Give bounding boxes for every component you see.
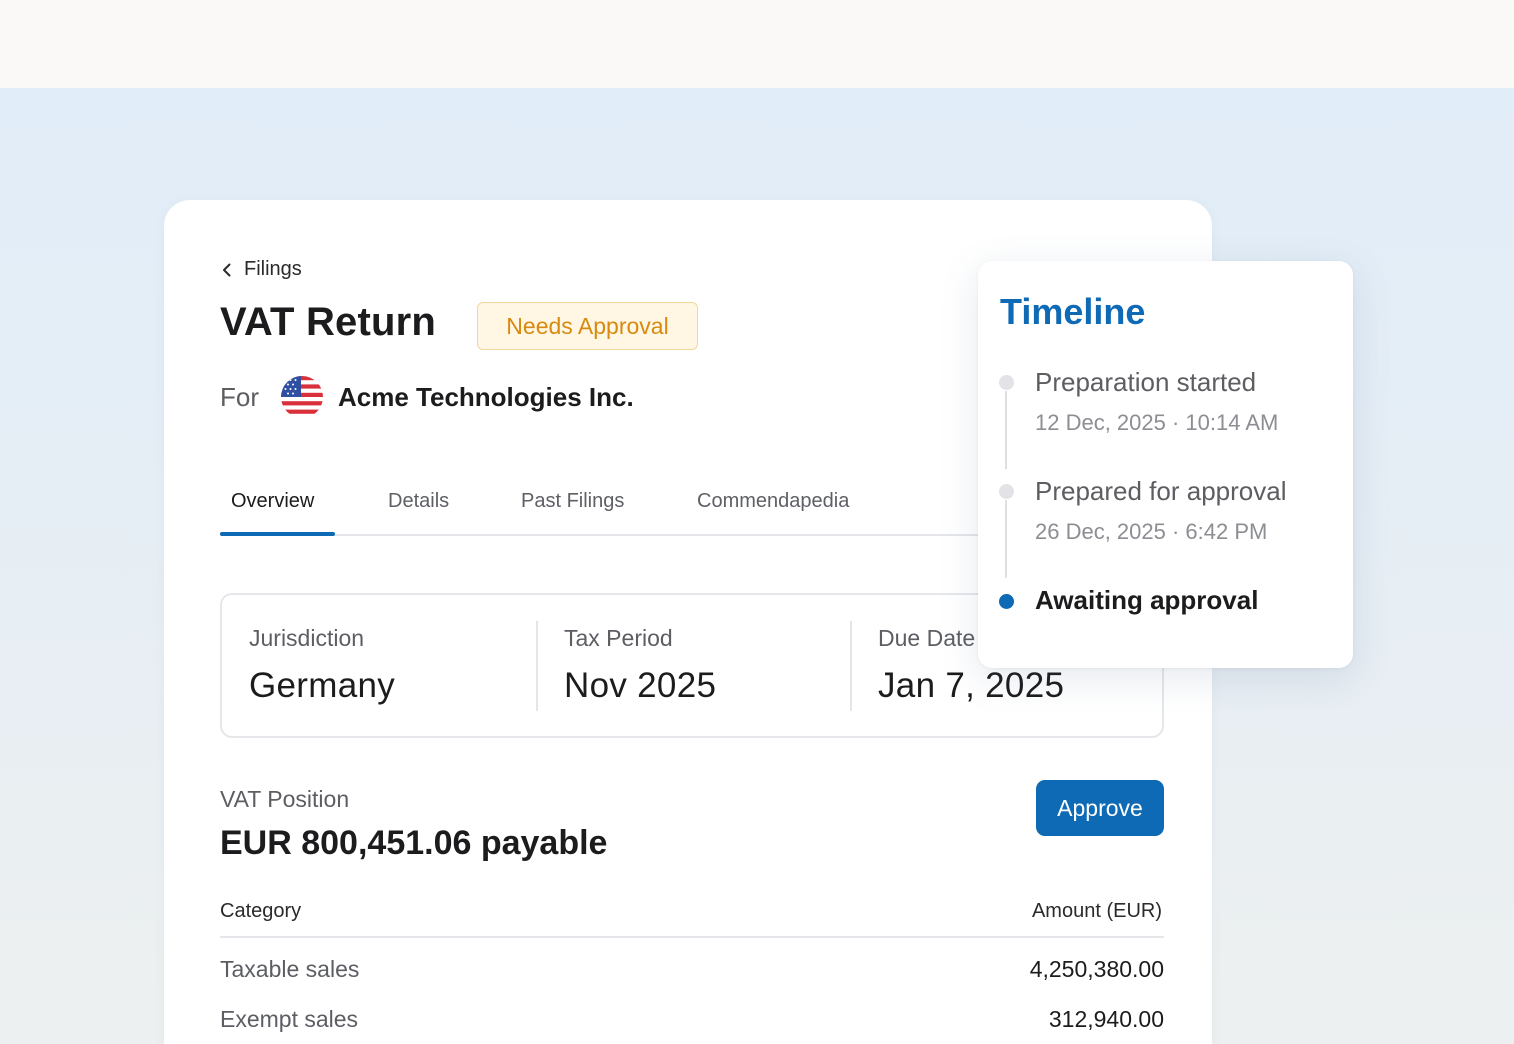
- timeline-event-time: 12 Dec, 2025 · 10:14 AM: [1035, 410, 1279, 435]
- entity-row: For Acme Technologies Inc.: [220, 376, 634, 418]
- fact-value: Jan 7, 2025: [878, 666, 1065, 705]
- tab-commendapedia[interactable]: Commendapedia: [697, 490, 849, 513]
- table-header: Category Amount (EUR): [220, 900, 1164, 938]
- vat-position-label: VAT Position: [220, 786, 350, 812]
- timeline-event-label: Awaiting approval: [1035, 585, 1259, 615]
- tab-overview[interactable]: Overview: [231, 490, 314, 513]
- divider: [850, 621, 852, 711]
- back-to-filings-link[interactable]: Filings: [220, 258, 302, 281]
- timeline-popover: Timeline Preparation started 12 Dec, 202…: [978, 261, 1353, 668]
- status-badge: Needs Approval: [477, 302, 698, 350]
- divider: [536, 621, 538, 711]
- column-header-amount: Amount (EUR): [1031, 900, 1162, 922]
- timeline-connector: [1005, 500, 1007, 578]
- active-tab-indicator: [220, 532, 335, 536]
- timeline-event-label: Prepared for approval: [1035, 476, 1287, 506]
- timeline-dot-current: [999, 594, 1014, 609]
- approve-button[interactable]: Approve: [1036, 780, 1164, 836]
- row-category: Taxable sales: [220, 956, 360, 982]
- timeline-event-time: 26 Dec, 2025 · 6:42 PM: [1035, 519, 1268, 544]
- back-label: Filings: [244, 258, 302, 280]
- company-name: Acme Technologies Inc.: [338, 381, 634, 412]
- row-amount: 4,250,380.00: [1029, 956, 1164, 982]
- timeline-event-label: Preparation started: [1035, 367, 1257, 397]
- fact-jurisdiction: Jurisdiction Germany: [249, 625, 395, 706]
- for-label: For: [220, 381, 259, 412]
- tab-details[interactable]: Details: [388, 490, 449, 513]
- chevron-left-icon: [223, 263, 231, 276]
- timeline-dot-done: [999, 375, 1014, 390]
- table-row: Taxable sales 4,250,380.00: [220, 956, 1164, 983]
- us-flag-icon: [281, 376, 323, 418]
- vat-position-amount: EUR 800,451.06 payable: [220, 824, 608, 862]
- timeline-title: Timeline: [1000, 291, 1146, 332]
- row-category: Exempt sales: [220, 1006, 359, 1032]
- table-row: Exempt sales 312,940.00: [220, 1006, 1164, 1033]
- tab-past-filings[interactable]: Past Filings: [521, 490, 624, 513]
- fact-value: Nov 2025: [564, 666, 717, 705]
- top-bar: [0, 0, 1514, 88]
- page-title: VAT Return: [220, 300, 437, 344]
- timeline-connector: [1005, 391, 1007, 469]
- fact-value: Germany: [249, 666, 396, 705]
- fact-label: Tax Period: [564, 625, 673, 651]
- row-amount: 312,940.00: [1048, 1006, 1164, 1032]
- fact-label: Jurisdiction: [249, 625, 365, 651]
- timeline-dot-done: [999, 484, 1014, 499]
- fact-tax-period: Tax Period Nov 2025: [564, 625, 716, 706]
- column-header-category: Category: [220, 900, 302, 922]
